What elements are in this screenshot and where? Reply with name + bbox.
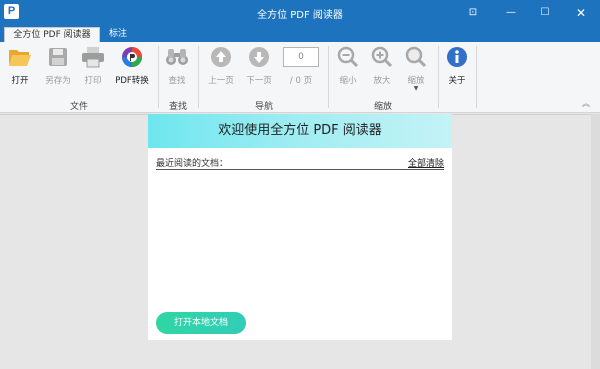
info-icon: [444, 46, 470, 68]
maximize-button[interactable]: ☐: [530, 0, 560, 26]
zoom-out-label: 缩小: [339, 76, 357, 86]
zoom-dropdown-button[interactable]: 缩放 ▼: [402, 46, 430, 92]
scrollbar[interactable]: [591, 114, 600, 369]
save-as-label: 另存为: [45, 76, 71, 86]
zoom-in-icon: [369, 46, 395, 68]
group-label-nav: 导航: [254, 102, 273, 112]
page-number-input[interactable]: 0: [283, 47, 319, 67]
pdf-convert-button[interactable]: PDF转换: [112, 46, 152, 88]
save-as-button[interactable]: 另存为: [40, 46, 76, 88]
print-label: 打印: [84, 76, 102, 86]
pdf-convert-icon: [119, 46, 145, 68]
ribbon-tab-row: 全方位 PDF 阅读器 标注: [0, 26, 600, 42]
zoom-out-button[interactable]: 缩小: [334, 46, 362, 88]
chevron-down-icon: ▼: [413, 85, 419, 92]
next-page-label: 下一页: [246, 76, 272, 86]
title-bar: P 全方位 PDF 阅读器 ⊡ — ☐ ✕: [0, 0, 600, 26]
about-button[interactable]: 关于: [444, 46, 470, 88]
open-local-document-button[interactable]: 打开本地文档: [156, 312, 246, 334]
minimize-button[interactable]: —: [496, 0, 526, 26]
close-button[interactable]: ✕: [566, 0, 596, 26]
pdf-convert-label: PDF转换: [115, 76, 149, 86]
zoom-in-button[interactable]: 放大: [368, 46, 396, 88]
tab-home[interactable]: 全方位 PDF 阅读器: [4, 27, 100, 42]
tab-annotate[interactable]: 标注: [104, 27, 132, 42]
find-button[interactable]: 查找: [164, 46, 190, 88]
welcome-title: 欢迎使用全方位 PDF 阅读器: [148, 114, 452, 148]
group-label-zoom: 缩放: [373, 102, 392, 112]
open-label: 打开: [11, 76, 29, 86]
arrow-down-icon: [246, 46, 272, 68]
about-label: 关于: [448, 76, 466, 86]
page-total: / 0 页: [289, 76, 313, 86]
recent-documents-label: 最近阅读的文档：: [156, 159, 229, 169]
recent-documents-header: 最近阅读的文档： 全部清除: [156, 154, 444, 170]
open-button[interactable]: 打开: [6, 46, 34, 88]
group-label-file: 文件: [69, 102, 88, 112]
group-label-search: 查找: [168, 102, 187, 112]
zoom-out-icon: [335, 46, 361, 68]
ribbon-toolbar: 打开 另存为 打印 PDF转换 文件 查找 查找 上一页 下一页 0 / 0 页…: [0, 42, 600, 113]
prev-page-button[interactable]: 上一页: [204, 46, 238, 88]
separator: [438, 46, 439, 108]
next-page-button[interactable]: 下一页: [242, 46, 276, 88]
welcome-panel: 欢迎使用全方位 PDF 阅读器 最近阅读的文档： 全部清除 打开本地文档: [148, 114, 452, 340]
clear-all-link[interactable]: 全部清除: [408, 156, 444, 169]
find-label: 查找: [168, 76, 186, 86]
print-button[interactable]: 打印: [80, 46, 106, 88]
pin-window-button[interactable]: ⊡: [458, 0, 488, 26]
zoom-icon: [403, 46, 429, 68]
binoculars-icon: [164, 46, 190, 68]
collapse-ribbon-icon[interactable]: ︽: [582, 98, 590, 109]
save-icon: [45, 46, 71, 68]
prev-page-label: 上一页: [208, 76, 234, 86]
zoom-in-label: 放大: [373, 76, 391, 86]
separator: [328, 46, 329, 108]
separator: [476, 46, 477, 108]
separator: [198, 46, 199, 108]
folder-open-icon: [7, 46, 33, 68]
arrow-up-icon: [208, 46, 234, 68]
printer-icon: [80, 46, 106, 68]
separator: [158, 46, 159, 108]
